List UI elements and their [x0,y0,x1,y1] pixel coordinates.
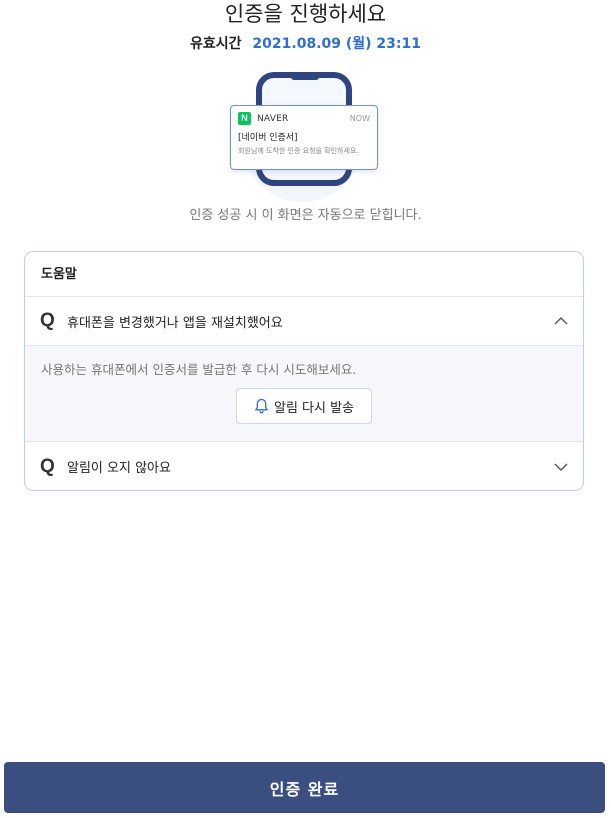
chevron-up-icon[interactable] [553,313,569,329]
resend-notification-button[interactable]: 알림 다시 발송 [236,388,372,424]
bell-icon [254,398,269,414]
faq-question: 휴대폰을 변경했거나 앱을 재설치했어요 [67,315,283,331]
validity-label: 유효시간 [190,36,242,52]
phone-notch [291,74,319,80]
faq-answer-text: 사용하는 휴대폰에서 인증서를 발급한 후 다시 시도해보세요. [41,362,357,377]
help-panel: 도움말 Q 휴대폰을 변경했거나 앱을 재설치했어요 사용하는 휴대폰에서 인증… [24,251,584,491]
phone-illustration: N NAVER NOW [네이버 인증서] 회원님께 도착한 인증 요청을 확인… [229,72,379,202]
notification-time: NOW [349,114,370,123]
validity-value: 2021.08.09 (월) 23:11 [252,36,421,52]
complete-authentication-button[interactable]: 인증 완료 [4,762,605,813]
notification-message: 회원님께 도착한 인증 요청을 확인하세요. [238,147,359,155]
page-title: 인증을 진행하세요 [224,2,387,26]
validity-info: 유효시간 2021.08.09 (월) 23:11 [0,34,611,54]
auto-close-notice: 인증 성공 시 이 화면은 자동으로 닫힙니다. [189,208,422,223]
faq-item-no-notification[interactable]: Q 알림이 오지 않아요 [25,442,583,490]
notification-heading: [네이버 인증서] [238,133,298,143]
help-title: 도움말 [25,252,583,297]
push-notification-card: N NAVER NOW [네이버 인증서] 회원님께 도착한 인증 요청을 확인… [230,105,378,170]
chevron-down-icon[interactable] [553,459,569,475]
notification-brand: NAVER [257,113,289,124]
faq-question: 알림이 오지 않아요 [67,461,171,476]
naver-logo-icon: N [238,112,251,125]
q-mark: Q [40,310,55,331]
resend-button-label: 알림 다시 발송 [273,400,355,416]
q-mark: Q [40,455,55,477]
faq-answer: 사용하는 휴대폰에서 인증서를 발급한 후 다시 시도해보세요. 알림 다시 발… [25,346,583,442]
faq-item-phone-changed[interactable]: Q 휴대폰을 변경했거나 앱을 재설치했어요 [25,297,583,346]
